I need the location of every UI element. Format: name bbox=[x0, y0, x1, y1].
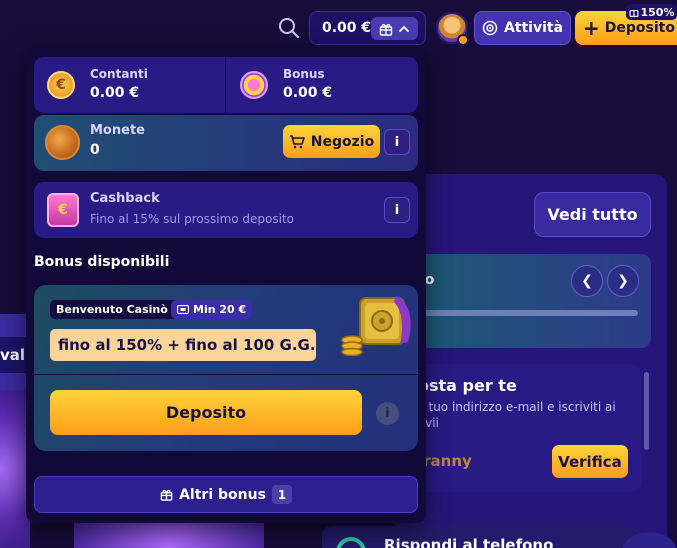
chevron-up-icon bbox=[399, 25, 410, 32]
background-email-description: il tuo indirizzo e-mail e iscriviti ai v… bbox=[418, 400, 616, 430]
info-icon: i bbox=[394, 202, 400, 218]
cashback-description: Fino al 15% sul prossimo deposito bbox=[90, 212, 295, 226]
background-progress-bar bbox=[420, 310, 638, 316]
promo-badge-value: 150% bbox=[640, 5, 675, 19]
min-deposit-label: Min 20 € bbox=[193, 303, 247, 316]
gift-icon bbox=[379, 23, 392, 36]
gift-icon bbox=[629, 10, 638, 17]
more-bonuses-count: 1 bbox=[271, 485, 292, 504]
cash-value: 0.00 € bbox=[90, 85, 140, 101]
coins-info-button[interactable]: i bbox=[384, 129, 410, 155]
wallet-divider bbox=[225, 57, 226, 113]
activity-button[interactable]: Attività bbox=[474, 11, 571, 45]
gift-icon bbox=[160, 489, 173, 501]
promo-badge: 150% bbox=[626, 4, 677, 20]
cashback-info-button[interactable]: i bbox=[384, 197, 410, 223]
coins-label: Monete bbox=[90, 123, 145, 138]
carousel-next-button[interactable]: ❯ bbox=[607, 265, 639, 297]
coins-value: 0 bbox=[90, 142, 100, 158]
background-email-title: osta per te bbox=[418, 376, 517, 395]
plus-icon: + bbox=[583, 16, 600, 40]
bonus-coin-icon bbox=[240, 71, 268, 99]
available-bonuses-heading: Bonus disponibili bbox=[34, 254, 170, 270]
background-scrollbar[interactable] bbox=[644, 372, 649, 450]
background-phone-title: Rispondi al telefono bbox=[384, 536, 554, 548]
monete-coin-icon bbox=[45, 125, 80, 160]
bonus-balance-label: Bonus bbox=[283, 67, 325, 81]
bonus-deposit-button[interactable]: Deposito bbox=[50, 390, 362, 435]
shop-label: Negozio bbox=[310, 133, 375, 150]
more-bonuses-button[interactable]: Altri bonus 1 bbox=[34, 476, 418, 513]
activity-label: Attività bbox=[503, 20, 564, 36]
more-bonuses-label: Altri bonus bbox=[179, 486, 266, 503]
balance-value: 0.00 € bbox=[322, 20, 372, 36]
min-deposit-tag: Min 20 € bbox=[171, 300, 253, 319]
shop-button[interactable]: Negozio bbox=[283, 125, 380, 158]
target-icon bbox=[482, 20, 498, 36]
chevron-left-icon: ❮ bbox=[581, 273, 593, 289]
header-deposit-label: Deposito bbox=[604, 20, 675, 36]
avatar-status-badge bbox=[457, 34, 469, 46]
safe-icon bbox=[341, 296, 411, 356]
background-email-user: iranny bbox=[418, 452, 472, 470]
carousel-prev-button[interactable]: ❮ bbox=[571, 265, 603, 297]
euro-coin-icon: € bbox=[47, 71, 75, 99]
search-icon[interactable] bbox=[277, 16, 301, 40]
ticket-icon bbox=[177, 305, 189, 314]
see-all-button[interactable]: Vedi tutto bbox=[534, 192, 651, 237]
welcome-bonus-tag: Benvenuto Casinò 1 bbox=[50, 300, 186, 319]
cashback-icon: € bbox=[47, 193, 79, 227]
cashback-title: Cashback bbox=[90, 191, 160, 206]
bonus-offer: fino al 150% + fino al 100 G.G. bbox=[50, 329, 316, 361]
info-icon: i bbox=[394, 134, 400, 150]
verify-button[interactable]: Verifica bbox=[552, 445, 628, 478]
cart-icon bbox=[289, 134, 305, 148]
chevron-right-icon: ❯ bbox=[617, 273, 629, 289]
bonus-info-button[interactable]: i bbox=[376, 402, 399, 425]
balance-chip[interactable] bbox=[371, 17, 418, 40]
cash-label: Contanti bbox=[90, 67, 148, 81]
bonus-card-divider bbox=[34, 374, 418, 375]
info-icon: i bbox=[385, 406, 390, 421]
bonus-balance-value: 0.00 € bbox=[283, 85, 333, 101]
